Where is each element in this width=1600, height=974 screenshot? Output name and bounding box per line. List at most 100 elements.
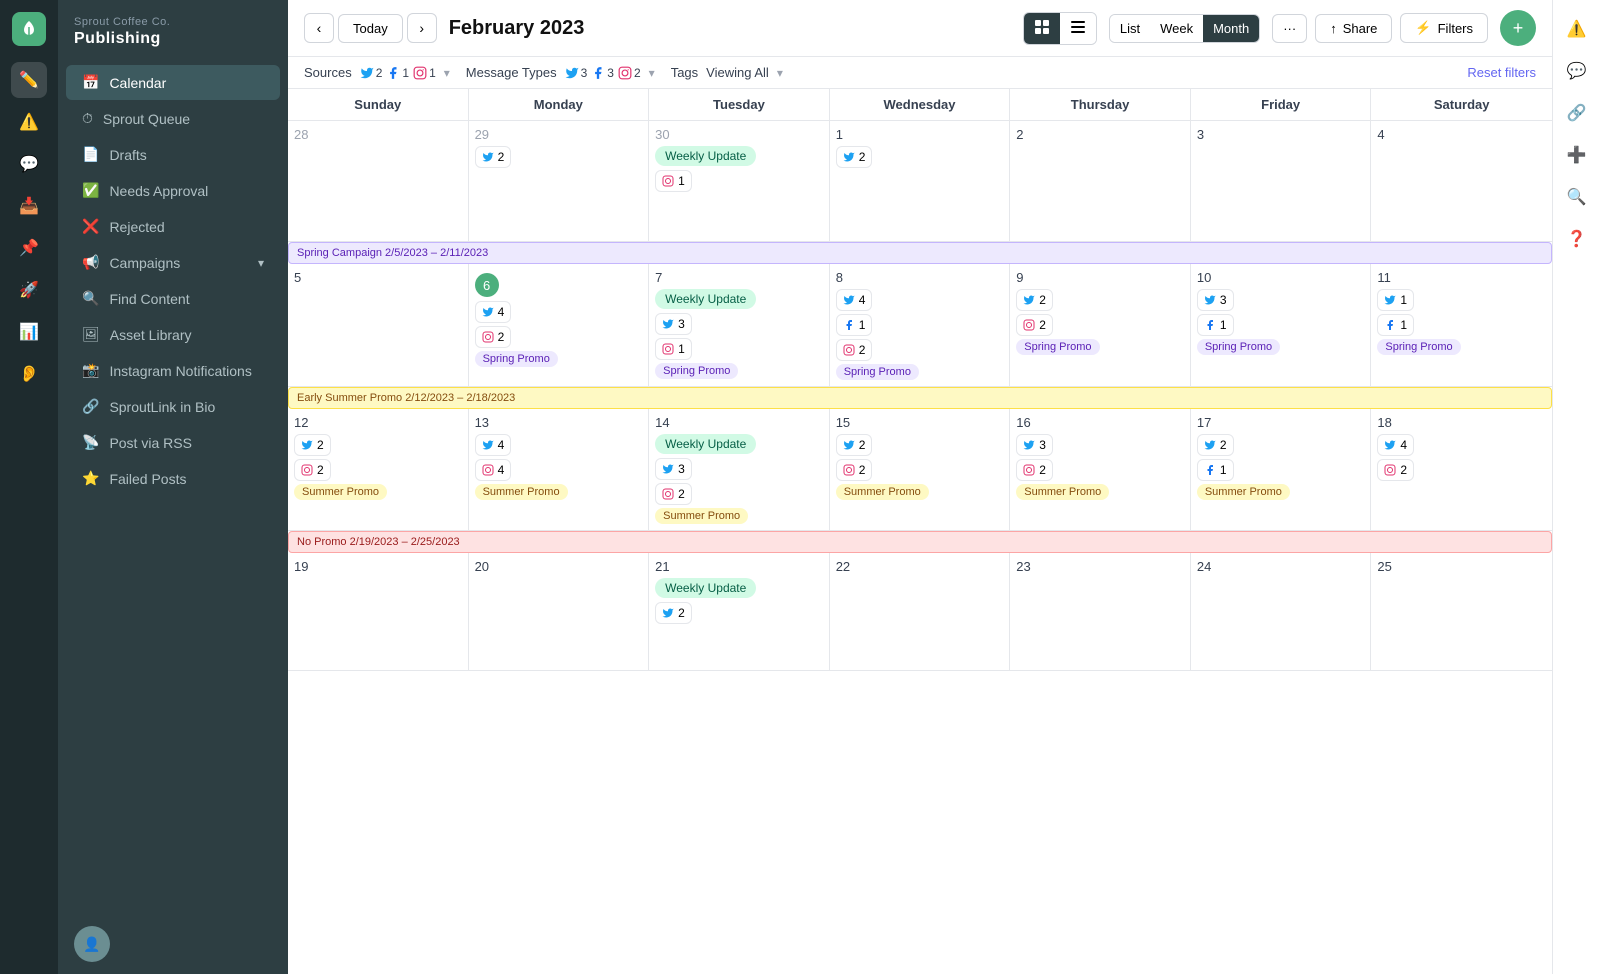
weekly-update-tag[interactable]: Weekly Update — [655, 289, 756, 309]
day-feb10[interactable]: 10 3 1 Spring Promo — [1191, 242, 1372, 386]
sidebar-item-needs-approval[interactable]: ✅ Needs Approval — [66, 173, 280, 208]
list-view-tab[interactable]: List — [1110, 15, 1150, 42]
day-feb19[interactable]: 19 — [288, 531, 469, 670]
sidebar-item-sprout-queue[interactable]: ⏱ Sprout Queue — [66, 101, 280, 136]
post-badge-twitter[interactable]: 3 — [1197, 289, 1234, 311]
sidebar-item-campaigns[interactable]: 📢 Campaigns ▾ — [66, 245, 280, 280]
rail-listening-icon[interactable]: 👂 — [11, 356, 47, 392]
day-jan29[interactable]: 29 2 — [469, 121, 650, 241]
user-avatar[interactable]: 👤 — [74, 926, 110, 962]
day-feb22[interactable]: 22 — [830, 531, 1011, 670]
post-badge-instagram[interactable]: 2 — [1016, 314, 1053, 336]
sources-filter[interactable]: Sources 2 1 1 ▾ — [304, 65, 450, 80]
day-feb6[interactable]: 6 4 2 Spring Promo — [469, 242, 650, 386]
day-feb5[interactable]: 5 — [288, 242, 469, 386]
filters-button[interactable]: ⚡ Filters — [1400, 13, 1488, 43]
message-types-filter[interactable]: Message Types 3 3 2 ▾ — [466, 65, 655, 80]
post-badge-instagram[interactable]: 1 — [655, 170, 692, 192]
app-logo[interactable] — [12, 12, 46, 46]
day-feb23[interactable]: 23 — [1010, 531, 1191, 670]
post-badge-twitter[interactable]: 2 — [655, 602, 692, 624]
create-post-button[interactable]: + — [1500, 10, 1536, 46]
rail-message-icon[interactable]: 💬 — [11, 146, 47, 182]
post-badge-twitter[interactable]: 4 — [1377, 434, 1414, 456]
day-jan30[interactable]: 30 Weekly Update 1 — [649, 121, 830, 241]
rail-analytics-icon[interactable]: 📊 — [11, 314, 47, 350]
week-view-tab[interactable]: Week — [1150, 15, 1203, 42]
day-feb3[interactable]: 3 — [1191, 121, 1372, 241]
sidebar-item-sproutlink[interactable]: 🔗 SproutLink in Bio — [66, 389, 280, 424]
post-badge-instagram[interactable]: 2 — [836, 339, 873, 361]
rail-chat-icon[interactable]: 💬 — [1560, 54, 1594, 88]
day-feb14[interactable]: 14 Weekly Update 3 2 Summer Promo — [649, 387, 830, 530]
post-badge-instagram[interactable]: 2 — [294, 459, 331, 481]
rail-compose-icon[interactable]: ✏️ — [11, 62, 47, 98]
post-badge-facebook[interactable]: 1 — [836, 314, 873, 336]
rail-link2-icon[interactable]: 🔗 — [1560, 96, 1594, 130]
sidebar-item-post-via-rss[interactable]: 📡 Post via RSS — [66, 425, 280, 460]
weekly-update-tag[interactable]: Weekly Update — [655, 146, 756, 166]
day-feb25[interactable]: 25 — [1371, 531, 1552, 670]
rail-publishing-icon[interactable]: 🚀 — [11, 272, 47, 308]
post-badge-twitter[interactable]: 3 — [1016, 434, 1053, 456]
post-badge-instagram[interactable]: 2 — [475, 326, 512, 348]
post-badge-twitter[interactable]: 2 — [1197, 434, 1234, 456]
day-feb17[interactable]: 17 2 1 Summer Promo — [1191, 387, 1372, 530]
month-view-tab[interactable]: Month — [1203, 15, 1259, 42]
sidebar-item-find-content[interactable]: 🔍 Find Content — [66, 281, 280, 316]
sidebar-item-drafts[interactable]: 📄 Drafts — [66, 137, 280, 172]
today-button[interactable]: Today — [338, 14, 403, 43]
day-feb11[interactable]: 11 1 1 Spring Promo — [1371, 242, 1552, 386]
sidebar-item-instagram-notifications[interactable]: 📸 Instagram Notifications — [66, 353, 280, 388]
prev-button[interactable]: ‹ — [304, 13, 334, 43]
post-badge-twitter[interactable]: 2 — [1016, 289, 1053, 311]
rail-pin-icon[interactable]: 📌 — [11, 230, 47, 266]
day-feb18[interactable]: 18 4 2 — [1371, 387, 1552, 530]
day-feb7[interactable]: 7 Weekly Update 3 1 Spring Promo — [649, 242, 830, 386]
post-badge-instagram[interactable]: 2 — [1016, 459, 1053, 481]
day-feb24[interactable]: 24 — [1191, 531, 1372, 670]
tags-filter[interactable]: Tags Viewing All ▾ — [671, 65, 783, 80]
post-badge-twitter[interactable]: 2 — [475, 146, 512, 168]
grid-view-button[interactable] — [1024, 13, 1060, 44]
sidebar-item-asset-library[interactable]: 🖼 Asset Library — [66, 317, 280, 352]
day-feb8[interactable]: 8 4 1 2 Spring Promo — [830, 242, 1011, 386]
rail-add-icon[interactable]: ➕ — [1560, 138, 1594, 172]
day-feb13[interactable]: 13 4 4 Summer Promo — [469, 387, 650, 530]
post-badge-twitter[interactable]: 2 — [836, 434, 873, 456]
post-badge-twitter[interactable]: 4 — [475, 301, 512, 323]
post-badge-twitter[interactable]: 4 — [836, 289, 873, 311]
list-view-button[interactable] — [1060, 13, 1096, 44]
rail-warning-icon[interactable]: ⚠️ — [1560, 12, 1594, 46]
post-badge-twitter[interactable]: 4 — [475, 434, 512, 456]
post-badge-twitter[interactable]: 2 — [294, 434, 331, 456]
post-badge-twitter[interactable]: 3 — [655, 458, 692, 480]
rail-help-icon[interactable]: ❓ — [1560, 222, 1594, 256]
sidebar-item-failed-posts[interactable]: ⭐ Failed Posts — [66, 461, 280, 496]
share-button[interactable]: ↑ Share — [1315, 14, 1392, 43]
day-feb21[interactable]: 21 Weekly Update 2 — [649, 531, 830, 670]
post-badge-facebook[interactable]: 1 — [1377, 314, 1414, 336]
weekly-update-tag[interactable]: Weekly Update — [655, 434, 756, 454]
day-feb16[interactable]: 16 3 2 Summer Promo — [1010, 387, 1191, 530]
post-badge-instagram[interactable]: 2 — [836, 459, 873, 481]
day-feb20[interactable]: 20 — [469, 531, 650, 670]
weekly-update-tag[interactable]: Weekly Update — [655, 578, 756, 598]
post-badge-twitter[interactable]: 1 — [1377, 289, 1414, 311]
more-button[interactable]: ··· — [1272, 14, 1307, 43]
post-badge-instagram[interactable]: 2 — [1377, 459, 1414, 481]
post-badge-instagram[interactable]: 2 — [655, 483, 692, 505]
reset-filters-link[interactable]: Reset filters — [1467, 65, 1536, 80]
day-feb15[interactable]: 15 2 2 Summer Promo — [830, 387, 1011, 530]
day-feb1[interactable]: 1 2 — [830, 121, 1011, 241]
post-badge-instagram[interactable]: 4 — [475, 459, 512, 481]
post-badge-twitter[interactable]: 2 — [836, 146, 873, 168]
rail-inbox-icon[interactable]: 📥 — [11, 188, 47, 224]
post-badge-twitter[interactable]: 3 — [655, 313, 692, 335]
next-button[interactable]: › — [407, 13, 437, 43]
day-feb12[interactable]: 12 2 2 Summer Promo — [288, 387, 469, 530]
post-badge-facebook[interactable]: 1 — [1197, 314, 1234, 336]
sidebar-item-rejected[interactable]: ❌ Rejected — [66, 209, 280, 244]
post-badge-facebook[interactable]: 1 — [1197, 459, 1234, 481]
rail-search-icon[interactable]: 🔍 — [1560, 180, 1594, 214]
